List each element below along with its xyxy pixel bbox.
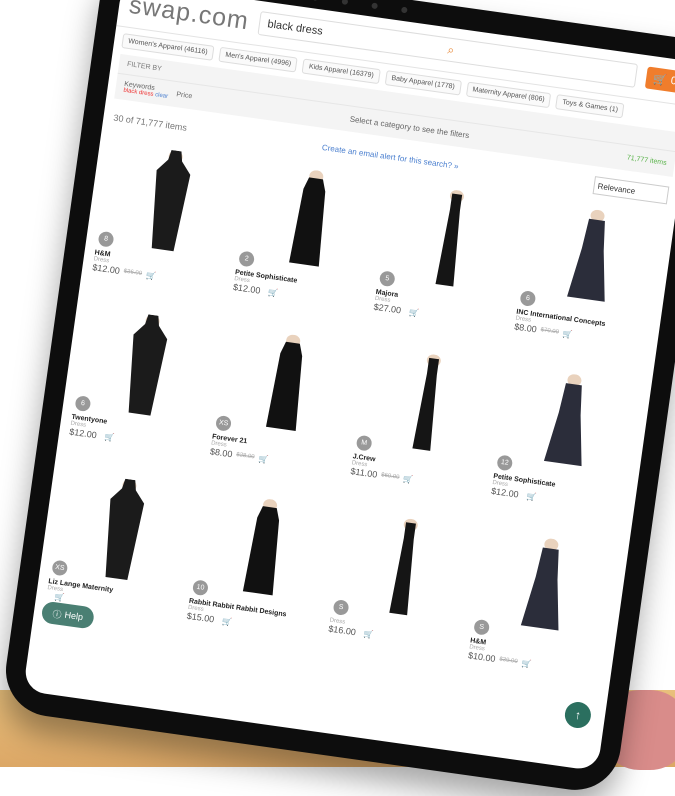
cart-icon: 🛒 xyxy=(652,72,668,87)
tablet-device: swap.com black dress ⌕ 🛒 0 Women's Appar… xyxy=(0,0,675,796)
size-badge: 6 xyxy=(519,290,537,307)
scroll-to-top-button[interactable]: ↑ xyxy=(563,700,593,730)
arrow-up-icon: ↑ xyxy=(573,707,582,723)
add-to-cart-icon[interactable]: 🛒 xyxy=(104,432,115,442)
clear-link[interactable]: clear xyxy=(155,92,169,100)
product-image[interactable]: 6 xyxy=(517,196,665,324)
product-card[interactable]: 6 Twentyone Dress $12.00 🛒 xyxy=(66,301,221,478)
item-count: 71,777 items xyxy=(626,154,668,167)
product-card[interactable]: 10 Rabbit Rabbit Rabbit Designs Dress $15.0… xyxy=(183,485,338,662)
add-to-cart-icon[interactable]: 🛒 xyxy=(403,474,414,484)
size-badge: XS xyxy=(215,414,233,432)
dress-image xyxy=(289,170,326,267)
add-to-cart-icon[interactable]: 🛒 xyxy=(562,329,573,339)
add-to-cart-icon[interactable]: 🛒 xyxy=(145,270,156,280)
size-badge: 10 xyxy=(191,579,209,597)
dress-image xyxy=(567,209,605,302)
product-card[interactable]: M J.Crew Dress $11.00 $60.00 🛒 xyxy=(347,340,502,517)
product-image[interactable]: 2 xyxy=(236,156,384,284)
product-price: $8.00 xyxy=(209,446,234,460)
product-card[interactable]: 6 INC International Concepts Dress $8.00 $70… xyxy=(510,196,665,373)
size-badge: 5 xyxy=(378,270,396,288)
original-price: $39.00 xyxy=(498,656,518,666)
original-price: $70.00 xyxy=(540,327,560,336)
original-price: $36.00 xyxy=(123,268,143,278)
product-image[interactable]: 5 xyxy=(377,176,525,304)
category-chip-toys[interactable]: Toys & Games (1) xyxy=(555,94,625,119)
cart-count: 0 xyxy=(670,74,675,88)
add-to-cart-icon[interactable]: 🛒 xyxy=(258,454,269,464)
dress-image xyxy=(543,374,582,467)
product-card[interactable]: 5 Majora Dress $27.00 🛒 xyxy=(370,176,525,353)
product-card[interactable]: S Dress $16.00 🛒 xyxy=(324,505,479,682)
size-badge: 12 xyxy=(496,454,514,472)
product-image[interactable]: XS xyxy=(213,321,361,449)
original-price: $60.00 xyxy=(380,472,400,481)
add-to-cart-icon[interactable]: 🛒 xyxy=(54,592,65,602)
keywords-filter[interactable]: Keywords black dress clear xyxy=(123,81,169,100)
price-filter[interactable]: Price xyxy=(176,91,193,100)
dress-image xyxy=(151,149,191,252)
product-image[interactable]: S xyxy=(331,505,479,633)
product-card[interactable]: S H&M Dress $10.00 $39.00 🛒 xyxy=(464,524,619,701)
product-card[interactable]: 8 H&M Dress $12.00 $36.00 🛒 xyxy=(89,136,244,313)
product-card[interactable]: XS Forever 21 Dress $8.00 $28.00 🛒 xyxy=(206,321,361,498)
size-badge: 8 xyxy=(97,230,115,248)
add-to-cart-icon[interactable]: 🛒 xyxy=(521,658,532,668)
add-to-cart-icon[interactable]: 🛒 xyxy=(363,629,374,639)
size-badge: 6 xyxy=(74,395,92,413)
add-to-cart-icon[interactable]: 🛒 xyxy=(268,287,279,297)
size-badge: 2 xyxy=(238,250,256,268)
product-image[interactable]: S xyxy=(471,524,619,652)
product-image[interactable]: 10 xyxy=(190,485,338,613)
product-image[interactable]: XS xyxy=(49,465,197,593)
sort-select[interactable]: Relevance xyxy=(592,176,670,205)
help-icon: ⓘ xyxy=(51,608,63,620)
add-to-cart-icon[interactable]: 🛒 xyxy=(221,616,232,626)
size-badge: S xyxy=(332,599,350,616)
help-label: Help xyxy=(63,609,84,623)
cart-button[interactable]: 🛒 0 xyxy=(644,66,675,94)
product-price: $8.00 xyxy=(513,321,538,335)
original-price: $28.00 xyxy=(235,451,255,461)
dress-image xyxy=(520,538,559,631)
add-to-cart-icon[interactable]: 🛒 xyxy=(408,307,419,317)
size-badge: M xyxy=(355,434,373,452)
search-value[interactable]: black dress xyxy=(267,18,449,55)
dress-image xyxy=(242,499,280,596)
product-card[interactable]: 12 Petite Sophisticate Dress $12.00 🛒 xyxy=(487,360,642,537)
results-count: 30 of 71,777 items xyxy=(112,112,188,133)
size-badge: XS xyxy=(51,559,69,577)
product-image[interactable]: M xyxy=(354,340,502,468)
product-card[interactable]: 2 Petite Sophisticate Dress $12.00 🛒 xyxy=(229,156,384,333)
product-grid: 8 H&M Dress $12.00 $36.00 🛒 2 Petite Sophistica… xyxy=(33,135,675,703)
dress-image xyxy=(265,334,303,431)
tablet-screen: swap.com black dress ⌕ 🛒 0 Women's Appar… xyxy=(22,0,675,772)
product-image[interactable]: 8 xyxy=(96,136,244,264)
dress-image xyxy=(435,190,464,287)
dress-image xyxy=(128,314,168,416)
background-text-fragment xyxy=(0,60,20,140)
product-image[interactable]: 12 xyxy=(494,360,642,488)
dress-image xyxy=(412,354,441,451)
size-badge: S xyxy=(473,618,491,636)
dress-image xyxy=(389,518,418,616)
dress-image xyxy=(105,478,145,581)
add-to-cart-icon[interactable]: 🛒 xyxy=(526,491,537,501)
product-image[interactable]: 6 xyxy=(72,301,220,429)
